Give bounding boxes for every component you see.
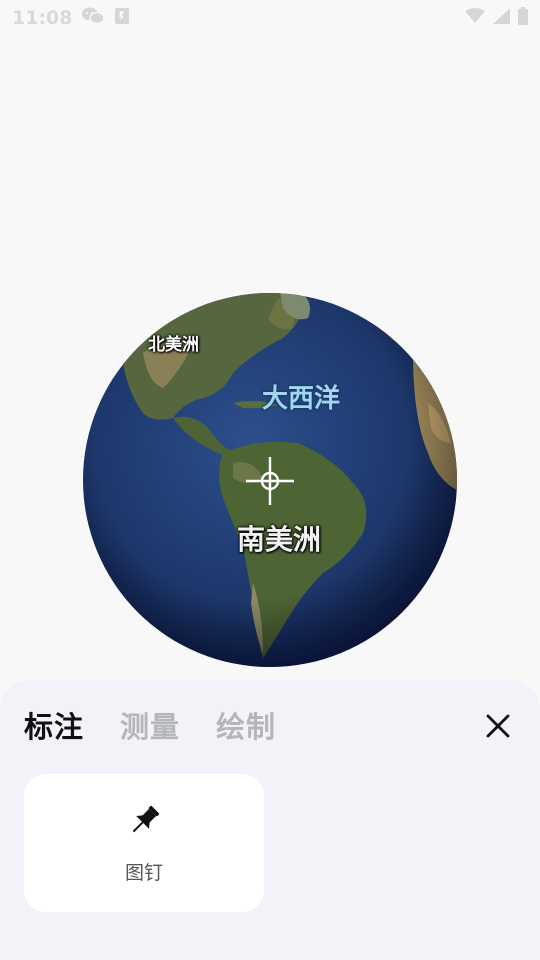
tab-measure[interactable]: 测量 (120, 704, 180, 746)
crosshair-icon (246, 457, 294, 505)
annotation-panel: 标注 测量 绘制 图钉 (0, 680, 540, 960)
pin-tool-label: 图钉 (124, 862, 163, 884)
map-view[interactable]: 北美洲 大西洋 南美洲 (0, 36, 540, 686)
signal-icon (493, 8, 510, 28)
notification-icon (114, 7, 130, 29)
tab-draw[interactable]: 绘制 (216, 704, 276, 746)
label-south-america: 南美洲 (237, 523, 322, 556)
wechat-icon (82, 7, 106, 29)
tab-annotate[interactable]: 标注 (24, 704, 84, 746)
status-bar: 11:08 (0, 0, 540, 36)
pin-icon (132, 805, 160, 833)
label-north-america: 北美洲 (148, 335, 199, 355)
battery-icon (518, 7, 528, 29)
close-icon[interactable] (484, 712, 512, 740)
status-right (465, 7, 528, 29)
status-time: 11:08 (12, 7, 73, 29)
status-left: 11:08 (12, 7, 130, 29)
screen: 11:08 北美洲 大西洋 南美洲 标注 测量 绘制 图钉 (0, 0, 540, 960)
panel-tabs: 标注 测量 绘制 (24, 704, 276, 746)
label-atlantic: 大西洋 (262, 384, 341, 414)
wifi-icon (465, 8, 485, 28)
pin-tool-button[interactable]: 图钉 (24, 774, 264, 912)
